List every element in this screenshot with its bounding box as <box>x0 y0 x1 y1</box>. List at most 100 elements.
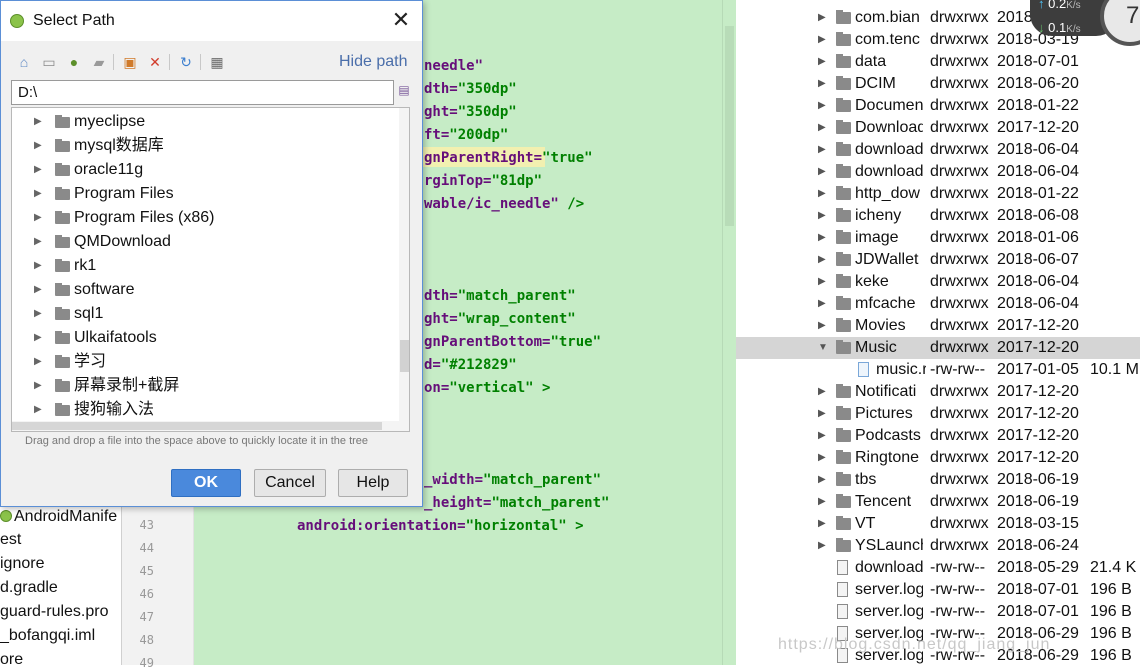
file-row[interactable]: ▶ mfcache drwxrwx 2018-06-04 <box>736 293 1140 315</box>
chevron-right-icon[interactable]: ▶ <box>818 315 830 337</box>
tree-hscroll-thumb[interactable] <box>12 422 382 430</box>
file-row[interactable]: ▶ Movies drwxrwx 2017-12-20 <box>736 315 1140 337</box>
project-tree-item[interactable]: ore <box>0 648 23 665</box>
file-row[interactable]: ▶ DCIM drwxrwx 2018-06-20 <box>736 73 1140 95</box>
chevron-right-icon[interactable]: ▶ <box>818 7 830 29</box>
chevron-right-icon[interactable]: ▶ <box>818 403 830 425</box>
file-row[interactable]: ▶ Download drwxrwx 2017-12-20 <box>736 117 1140 139</box>
tree-vscroll-thumb[interactable] <box>400 340 409 372</box>
chevron-right-icon[interactable]: ▶ <box>818 469 830 491</box>
tree-folder-item[interactable]: ▶ sql1 <box>12 302 397 326</box>
chevron-right-icon[interactable]: ▶ <box>818 447 830 469</box>
code-line[interactable]: ght="wrap_content" <box>424 309 576 329</box>
code-line[interactable]: needle" <box>424 56 483 76</box>
help-button[interactable]: Help <box>338 469 408 497</box>
chevron-down-icon[interactable]: ▼ <box>818 337 830 359</box>
project-tree-item[interactable]: _bofangqi.iml <box>0 624 95 647</box>
chevron-right-icon[interactable]: ▶ <box>34 230 42 254</box>
project-tree-item[interactable]: AndroidManife <box>0 505 117 528</box>
tree-folder-item[interactable]: ▶ 屏幕录制+截屏 <box>12 374 397 398</box>
tree-folder-item[interactable]: ▶ Program Files (x86) <box>12 206 397 230</box>
tree-vertical-scrollbar[interactable] <box>399 108 409 431</box>
chevron-right-icon[interactable]: ▶ <box>34 278 42 302</box>
tree-folder-item[interactable]: ▶ 学习 <box>12 350 397 374</box>
chevron-right-icon[interactable]: ▶ <box>818 249 830 271</box>
tree-folder-item[interactable]: ▶ oracle11g <box>12 158 397 182</box>
chevron-right-icon[interactable]: ▶ <box>34 350 42 374</box>
chevron-right-icon[interactable]: ▶ <box>34 254 42 278</box>
file-row[interactable]: ▶ Podcasts drwxrwx 2017-12-20 <box>736 425 1140 447</box>
chevron-right-icon[interactable]: ▶ <box>818 51 830 73</box>
path-input[interactable] <box>11 80 394 105</box>
chevron-right-icon[interactable]: ▶ <box>818 293 830 315</box>
file-row[interactable]: server.log -rw-rw-- 2018-07-01 196 B <box>736 601 1140 623</box>
close-button[interactable]: ✕ <box>389 9 413 33</box>
code-line[interactable]: d="#212829" <box>424 355 517 375</box>
tree-folder-item[interactable]: ▶ myeclipse <box>12 110 397 134</box>
path-history-icon[interactable]: ▤ <box>397 83 411 101</box>
project-icon[interactable]: ● <box>65 53 83 71</box>
file-row[interactable]: ▶ download drwxrwx 2018-06-04 <box>736 139 1140 161</box>
tree-folder-item[interactable]: ▶ Program Files <box>12 182 397 206</box>
hide-path-link[interactable]: Hide path <box>339 53 408 71</box>
tree-folder-item[interactable]: ▶ 搜狗输入法 <box>12 398 397 422</box>
chevron-right-icon[interactable]: ▶ <box>34 158 42 182</box>
file-row[interactable]: music.r -rw-rw-- 2017-01-05 10.1 M <box>736 359 1140 381</box>
code-line[interactable]: ft="200dp" <box>424 125 508 145</box>
file-row[interactable]: ▶ icheny drwxrwx 2018-06-08 <box>736 205 1140 227</box>
code-line[interactable]: gnParentBottom="true" <box>424 332 601 352</box>
code-line[interactable]: wable/ic_needle" /> <box>424 194 584 214</box>
chevron-right-icon[interactable]: ▶ <box>818 183 830 205</box>
file-row[interactable]: ▶ VT drwxrwx 2018-03-15 <box>736 513 1140 535</box>
file-row[interactable]: ▶ Pictures drwxrwx 2017-12-20 <box>736 403 1140 425</box>
chevron-right-icon[interactable]: ▶ <box>34 110 42 134</box>
chevron-right-icon[interactable]: ▶ <box>818 381 830 403</box>
code-line[interactable]: dth="350dp" <box>424 79 517 99</box>
chevron-right-icon[interactable]: ▶ <box>818 205 830 227</box>
file-row[interactable]: ▼ Music drwxrwx 2017-12-20 <box>736 337 1140 359</box>
code-line[interactable]: dth="match_parent" <box>424 286 576 306</box>
editor-scrollbar[interactable] <box>722 0 736 665</box>
editor-scroll-thumb[interactable] <box>725 26 734 226</box>
file-row[interactable]: ▶ YSLaunch drwxrwx 2018-06-24 <box>736 535 1140 557</box>
chevron-right-icon[interactable]: ▶ <box>818 95 830 117</box>
code-line[interactable]: on="vertical" > <box>424 378 550 398</box>
ok-button[interactable]: OK <box>171 469 241 497</box>
module-icon[interactable]: ▰ <box>90 53 108 71</box>
tree-horizontal-scrollbar[interactable] <box>12 421 399 431</box>
file-row[interactable]: download -rw-rw-- 2018-05-29 21.4 K <box>736 557 1140 579</box>
tree-folder-item[interactable]: ▶ Ulkaifatools <box>12 326 397 350</box>
chevron-right-icon[interactable]: ▶ <box>818 271 830 293</box>
chevron-right-icon[interactable]: ▶ <box>818 227 830 249</box>
code-line[interactable]: _height="match_parent" <box>424 493 609 513</box>
tree-folder-item[interactable]: ▶ QMDownload <box>12 230 397 254</box>
chevron-right-icon[interactable]: ▶ <box>818 139 830 161</box>
project-tree-item[interactable]: guard-rules.pro <box>0 600 109 623</box>
file-row[interactable]: ▶ JDWallet drwxrwx 2018-06-07 <box>736 249 1140 271</box>
chevron-right-icon[interactable]: ▶ <box>818 491 830 513</box>
new-folder-icon[interactable]: ▣ <box>121 53 139 71</box>
file-row[interactable]: ▶ tbs drwxrwx 2018-06-19 <box>736 469 1140 491</box>
delete-icon[interactable]: ✕ <box>146 53 164 71</box>
file-row[interactable]: ▶ Notificati drwxrwx 2017-12-20 <box>736 381 1140 403</box>
dialog-title-bar[interactable]: Select Path ✕ <box>1 1 422 41</box>
file-row[interactable]: ▶ http_dow drwxrwx 2018-01-22 <box>736 183 1140 205</box>
code-line[interactable]: gnParentRight="true" <box>424 148 593 168</box>
file-row[interactable]: ▶ Tencent drwxrwx 2018-06-19 <box>736 491 1140 513</box>
chevron-right-icon[interactable]: ▶ <box>34 374 42 398</box>
file-row[interactable]: ▶ keke drwxrwx 2018-06-04 <box>736 271 1140 293</box>
chevron-right-icon[interactable]: ▶ <box>34 182 42 206</box>
show-hidden-icon[interactable]: ▦ <box>208 53 226 71</box>
project-tree-item[interactable]: d.gradle <box>0 576 58 599</box>
tree-folder-item[interactable]: ▶ mysql数据库 <box>12 134 397 158</box>
file-row[interactable]: ▶ data drwxrwx 2018-07-01 <box>736 51 1140 73</box>
code-line[interactable]: android:orientation="horizontal" > <box>297 516 584 536</box>
project-tree-item[interactable]: ignore <box>0 552 44 575</box>
chevron-right-icon[interactable]: ▶ <box>34 134 42 158</box>
refresh-icon[interactable]: ↻ <box>177 53 195 71</box>
file-row[interactable]: ▶ Ringtone drwxrwx 2017-12-20 <box>736 447 1140 469</box>
chevron-right-icon[interactable]: ▶ <box>818 513 830 535</box>
chevron-right-icon[interactable]: ▶ <box>34 302 42 326</box>
chevron-right-icon[interactable]: ▶ <box>818 425 830 447</box>
chevron-right-icon[interactable]: ▶ <box>818 535 830 557</box>
